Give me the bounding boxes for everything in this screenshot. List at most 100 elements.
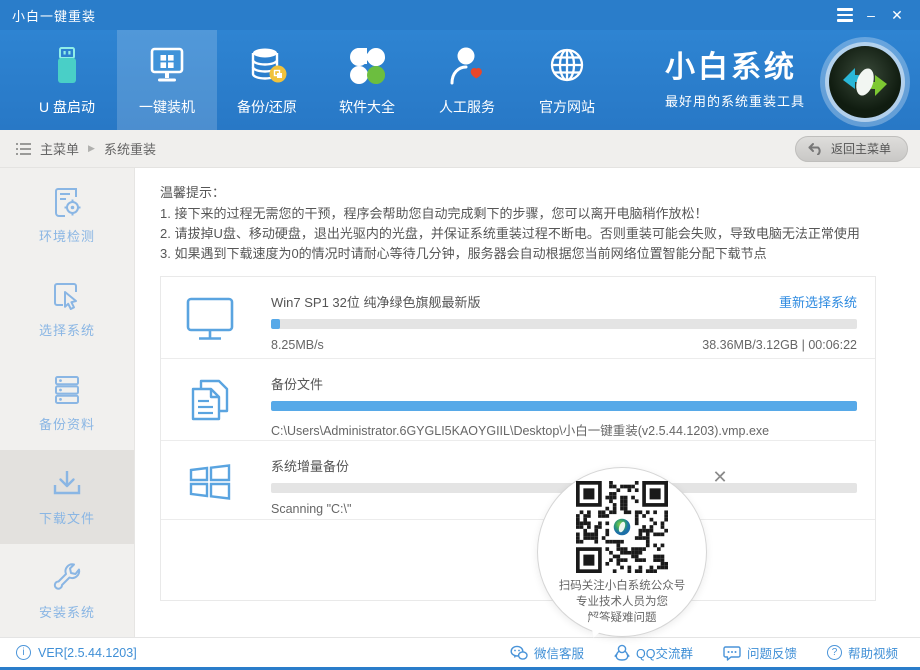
qr-popup-close-icon[interactable]: ✕ (709, 466, 731, 488)
nav-item-one-click-install[interactable]: 一键装机 (117, 30, 217, 130)
backup-file-path: C:\Users\Administrator.6GYGLI5KAOYGIIL\D… (271, 424, 770, 438)
list-icon (16, 142, 31, 155)
qr-popup: 扫码关注小白系统公众号 专业技术人员为您 解答疑难问题 (537, 467, 707, 637)
sidebar: 环境检测 选择系统 备份资料 下载文件 安装系统 (0, 168, 135, 637)
back-arrow-icon (808, 143, 821, 155)
nav-label: 官方网站 (539, 99, 595, 115)
task-body: 备份文件 C:\Users\Administrator.6GYGLI5KAOYG… (271, 359, 857, 439)
help-icon: ? (826, 645, 842, 660)
status-link-label: 问题反馈 (746, 647, 797, 661)
nav-label: 备份/还原 (237, 99, 297, 115)
nav-label: U 盘启动 (39, 99, 95, 115)
wechat-support-link[interactable]: 微信客服 (510, 643, 584, 662)
task-title: 备份文件 (271, 377, 324, 392)
nav-label: 人工服务 (439, 99, 495, 115)
progress-bar (271, 319, 857, 329)
task-body: Win7 SP1 32位 纯净绿色旗舰最新版 重新选择系统 8.25MB/s 3… (271, 277, 857, 352)
sidebar-item-select-system[interactable]: 选择系统 (0, 262, 134, 356)
task-panel: Win7 SP1 32位 纯净绿色旗舰最新版 重新选择系统 8.25MB/s 3… (160, 276, 876, 601)
status-bar: i VER[2.5.44.1203] 微信客服 QQ交流群 问题反馈 ? 帮助视… (0, 637, 920, 670)
version-block: i VER[2.5.44.1203] (16, 645, 137, 660)
sidebar-item-label: 选择系统 (38, 323, 95, 338)
download-size-eta: 38.36MB/3.12GB | 00:06:22 (702, 338, 857, 352)
info-icon: i (16, 645, 31, 660)
help-video-link[interactable]: ? 帮助视频 (826, 643, 898, 662)
support-person-icon (450, 47, 482, 85)
nav-item-human-support[interactable]: 人工服务 (417, 30, 517, 130)
task-title: 系统增量备份 (271, 459, 350, 474)
brand-logo-icon (820, 37, 911, 127)
breadcrumb-current: 系统重装 (103, 142, 156, 157)
title-bar: 小白一键重装 – ✕ (0, 0, 920, 30)
qr-caption-line: 专业技术人员为您 (576, 596, 668, 608)
nav-item-software-center[interactable]: 软件大全 (317, 30, 417, 130)
task-title: Win7 SP1 32位 纯净绿色旗舰最新版 (271, 295, 481, 310)
task-row-empty (161, 520, 875, 600)
nav-label: 一键装机 (139, 99, 195, 115)
tips-block: 温馨提示： 1. 接下来的过程无需您的干预，程序会帮助您自动完成剩下的步骤，您可… (160, 183, 876, 264)
sidebar-item-env-check[interactable]: 环境检测 (0, 168, 134, 262)
sidebar-item-backup-data[interactable]: 备份资料 (0, 356, 134, 450)
brand-text: 小白系统 最好用的系统重装工具 (665, 51, 805, 110)
main-nav: U 盘启动 一键装机 备份/还原 软件大全 人工服务 官方网站 小白系统 最好用… (0, 30, 920, 130)
database-icon (251, 48, 287, 83)
install-wrench-icon (53, 563, 81, 590)
hamburger-icon (837, 8, 853, 22)
monitor-windows-icon (150, 47, 184, 82)
close-button[interactable]: ✕ (884, 4, 910, 26)
feedback-link[interactable]: 问题反馈 (723, 643, 797, 662)
select-system-icon (54, 283, 77, 310)
content-area: 温馨提示： 1. 接下来的过程无需您的干预，程序会帮助您自动完成剩下的步骤，您可… (135, 168, 920, 637)
version-text: VER[2.5.44.1203] (38, 645, 137, 660)
breadcrumb: 主菜单 ▶ 系统重装 返回主菜单 (0, 130, 920, 168)
main-area: 环境检测 选择系统 备份资料 下载文件 安装系统 温馨提示： 1. 接下来的过程… (0, 168, 920, 637)
progress-bar (271, 401, 857, 411)
sidebar-item-label: 环境检测 (38, 229, 95, 244)
task-row-system-download: Win7 SP1 32位 纯净绿色旗舰最新版 重新选择系统 8.25MB/s 3… (161, 277, 875, 359)
sidebar-item-label: 安装系统 (38, 605, 95, 620)
nav-item-official-site[interactable]: 官方网站 (517, 30, 617, 130)
documents-icon (191, 379, 229, 421)
qq-group-link[interactable]: QQ交流群 (614, 643, 693, 662)
tips-title: 温馨提示： (160, 185, 226, 200)
reselect-system-link[interactable]: 重新选择系统 (779, 292, 857, 311)
brand-slogan: 最好用的系统重装工具 (665, 93, 806, 109)
brand-name: 小白系统 (665, 50, 797, 84)
monitor-icon (186, 297, 234, 340)
sidebar-item-install-system[interactable]: 安装系统 (0, 544, 134, 638)
breadcrumb-root[interactable]: 主菜单 (40, 139, 79, 158)
breadcrumb-separator-icon: ▶ (88, 143, 95, 153)
usb-drive-icon (58, 47, 76, 83)
nav-label: 软件大全 (339, 99, 395, 115)
tips-line: 3. 如果遇到下载速度为0的情况时请耐心等待几分钟，服务器会自动根据您当前网络位… (160, 246, 767, 261)
back-to-main-menu-button[interactable]: 返回主菜单 (794, 135, 908, 162)
scan-status: Scanning "C:\" (271, 502, 352, 516)
windows-logo-icon (189, 464, 231, 500)
clover-apps-icon (350, 48, 385, 84)
menu-button[interactable] (832, 4, 858, 26)
qr-caption-line: 解答疑难问题 (587, 612, 657, 624)
sidebar-item-download-files[interactable]: 下载文件 (0, 450, 134, 544)
task-row-backup-file: 备份文件 C:\Users\Administrator.6GYGLI5KAOYG… (161, 359, 875, 441)
status-link-label: QQ交流群 (636, 647, 693, 661)
nav-item-backup-restore[interactable]: 备份/还原 (217, 30, 317, 130)
backup-data-icon (55, 376, 79, 404)
status-link-label: 帮助视频 (847, 647, 898, 661)
qq-penguin-icon (614, 644, 630, 661)
qr-caption-line: 扫码关注小白系统公众号 (558, 580, 686, 592)
sidebar-item-label: 备份资料 (38, 417, 95, 432)
tips-line: 1. 接下来的过程无需您的干预，程序会帮助您自动完成剩下的步骤，您可以离开电脑稍… (160, 206, 708, 221)
brand-block: 小白系统 最好用的系统重装工具 (665, 30, 911, 130)
back-button-label: 返回主菜单 (830, 142, 891, 156)
globe-icon (550, 48, 584, 82)
progress-fill (271, 401, 857, 411)
env-check-icon (55, 188, 81, 217)
download-speed: 8.25MB/s (271, 338, 324, 352)
progress-fill (271, 319, 280, 329)
nav-item-usb-boot[interactable]: U 盘启动 (17, 30, 117, 130)
qr-caption: 扫码关注小白系统公众号 专业技术人员为您 解答疑难问题 (559, 578, 686, 626)
feedback-bubble-icon (723, 645, 741, 661)
status-link-label: 微信客服 (534, 647, 585, 661)
download-icon (53, 471, 81, 495)
minimize-button[interactable]: – (858, 4, 884, 26)
